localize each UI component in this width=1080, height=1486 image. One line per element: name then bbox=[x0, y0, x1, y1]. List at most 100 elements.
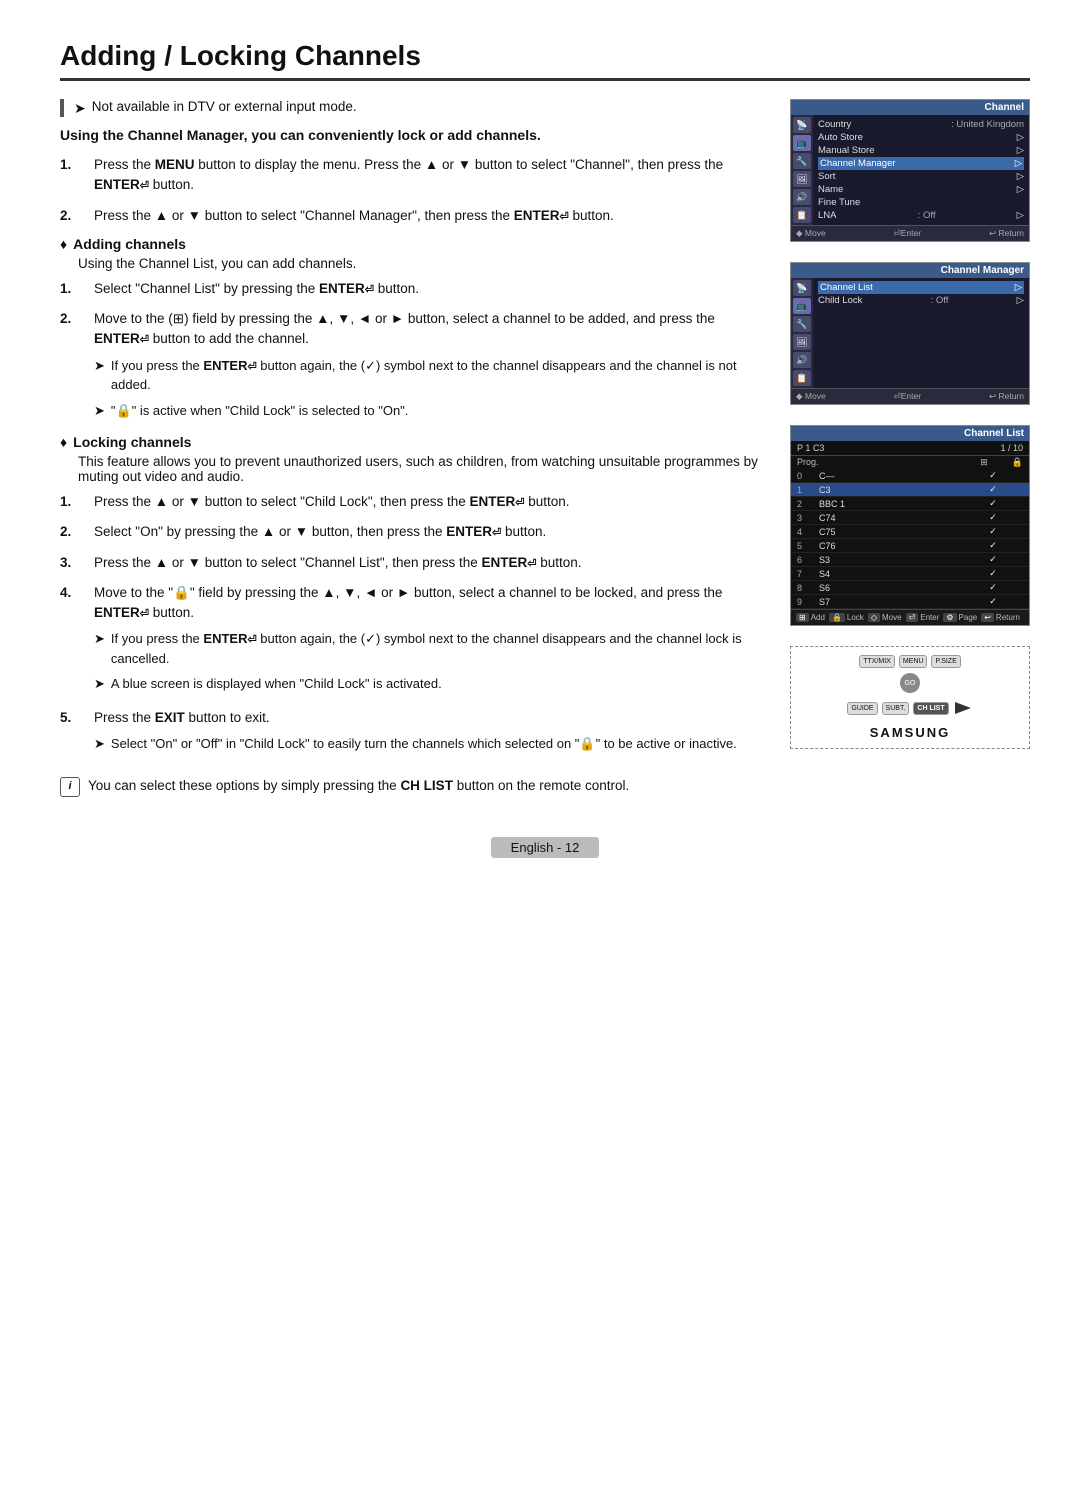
subtip1-arrow: ➤ bbox=[94, 356, 105, 395]
samsung-logo: SAMSUNG bbox=[870, 725, 950, 740]
screen1-row-channelmgr: Channel Manager▷ bbox=[818, 157, 1024, 170]
step-5-content: Press the ▲ or ▼ button to select "Child… bbox=[94, 492, 760, 512]
screen-1: Channel 📡 📺 🔧 🖼 🔊 📋 Country: United King… bbox=[790, 99, 1030, 242]
screen1-row-sort: Sort▷ bbox=[818, 170, 1024, 183]
bottom-note-text: You can select these options by simply p… bbox=[88, 776, 629, 796]
steps-5-9: Press the ▲ or ▼ button to select "Child… bbox=[60, 492, 760, 758]
locking-subtip1: ➤ If you press the ENTER⏎ button again, … bbox=[94, 629, 760, 668]
tip-1: ➤ Not available in DTV or external input… bbox=[60, 99, 760, 117]
remote-psize[interactable]: P.SIZE bbox=[931, 655, 960, 668]
step-9: Press the EXIT button to exit. ➤ Select … bbox=[60, 708, 760, 758]
step-3: Select "Channel List" by pressing the EN… bbox=[60, 279, 760, 299]
screen1-content: Country: United Kingdom Auto Store▷ Manu… bbox=[813, 115, 1029, 225]
screen2-icon-6: 📋 bbox=[793, 370, 811, 386]
remote-guide[interactable]: GUIDE bbox=[847, 702, 877, 715]
steps-3-4: Select "Channel List" by pressing the EN… bbox=[60, 279, 760, 424]
locking-subtip2: ➤ A blue screen is displayed when "Child… bbox=[94, 674, 760, 694]
screen1-footer-move: ◆ Move bbox=[796, 228, 826, 239]
ch-row-4: 4 C75 ✓ bbox=[791, 525, 1029, 539]
footer-lock: 🔒 Lock bbox=[829, 613, 864, 622]
remote-row-1: TTX/MIX MENU P.SIZE bbox=[859, 655, 961, 668]
screen1-title: Channel bbox=[791, 100, 1029, 115]
screen1-row-name: Name▷ bbox=[818, 183, 1024, 196]
step-6-content: Select "On" by pressing the ▲ or ▼ butto… bbox=[94, 522, 760, 542]
step-9-content: Press the EXIT button to exit. ➤ Select … bbox=[94, 708, 760, 758]
locking-subtip3: ➤ Select "On" or "Off" in "Child Lock" t… bbox=[94, 734, 760, 754]
locking-section: ♦ Locking channels This feature allows y… bbox=[60, 434, 760, 484]
remote-ttxmix[interactable]: TTX/MIX bbox=[859, 655, 895, 668]
screen3-footer: ⊞ Add 🔒 Lock ◇ Move ⏎ Enter ⚙ Page bbox=[791, 609, 1029, 625]
step-6: Select "On" by pressing the ▲ or ▼ butto… bbox=[60, 522, 760, 542]
step-8: Move to the "🔒" field by pressing the ▲,… bbox=[60, 583, 760, 698]
screen-3: Channel List P 1 C3 1 / 10 Prog. ⊞ 🔒 0 C… bbox=[790, 425, 1030, 626]
screen1-row-country: Country: United Kingdom bbox=[818, 118, 1024, 131]
step-4: Move to the (⊞) field by pressing the ▲,… bbox=[60, 309, 760, 424]
screen2-title: Channel Manager bbox=[791, 263, 1029, 278]
screen2-footer-enter: ⏎Enter bbox=[894, 391, 921, 402]
step-2: Press the ▲ or ▼ button to select "Chann… bbox=[60, 206, 760, 226]
col-prog: Prog. bbox=[797, 457, 819, 468]
locking-header: ♦ Locking channels bbox=[60, 434, 760, 450]
note-icon: i bbox=[60, 777, 80, 797]
subtip2-text: "🔒" is active when "Child Lock" is selec… bbox=[111, 401, 409, 421]
diamond-icon: ♦ bbox=[60, 236, 67, 252]
right-column: Channel 📡 📺 🔧 🖼 🔊 📋 Country: United King… bbox=[790, 99, 1030, 797]
screen2-footer-move: ◆ Move bbox=[796, 391, 826, 402]
screen2-content: Channel List▷ Child Lock: Off▷ bbox=[813, 278, 1029, 388]
subtip2-arrow: ➤ bbox=[94, 401, 105, 421]
screen1-row-manualstore: Manual Store▷ bbox=[818, 144, 1024, 157]
remote-go-btn[interactable]: GO bbox=[900, 673, 920, 693]
step-7: Press the ▲ or ▼ button to select "Chann… bbox=[60, 553, 760, 573]
screen1-footer: ◆ Move ⏎Enter ↩ Return bbox=[791, 225, 1029, 241]
remote-row-2: GUIDE SUBT. CH LIST bbox=[847, 698, 972, 718]
remote-subt[interactable]: SUBT. bbox=[882, 702, 910, 715]
page-title: Adding / Locking Channels bbox=[60, 40, 1030, 81]
screen2-icon-5: 🔊 bbox=[793, 352, 811, 368]
ch-row-9: 9 S7 ✓ bbox=[791, 595, 1029, 609]
step-7-content: Press the ▲ or ▼ button to select "Chann… bbox=[94, 553, 760, 573]
step-1-content: Press the MENU button to display the men… bbox=[94, 155, 760, 196]
step-5: Press the ▲ or ▼ button to select "Child… bbox=[60, 492, 760, 512]
adding-header: ♦ Adding channels bbox=[60, 236, 760, 252]
screen2-row-childlock: Child Lock: Off▷ bbox=[818, 294, 1024, 307]
remote-arrow-icon bbox=[953, 698, 973, 718]
ch-row-0: 0 C— ✓ bbox=[791, 469, 1029, 483]
steps-list: Press the MENU button to display the men… bbox=[60, 155, 760, 226]
ch-row-5: 5 C76 ✓ bbox=[791, 539, 1029, 553]
sidebar-icon-3: 🔧 bbox=[793, 153, 811, 169]
col-lock: 🔒 bbox=[1012, 457, 1023, 468]
footer-enter: ⏎ Enter bbox=[906, 613, 940, 622]
tip-1-text: Not available in DTV or external input m… bbox=[92, 99, 357, 114]
screen2-row-chlist: Channel List▷ bbox=[818, 281, 1024, 294]
locking-title: Locking channels bbox=[73, 434, 191, 450]
screen2-icon-1: 📡 bbox=[793, 280, 811, 296]
col-add: ⊞ bbox=[980, 457, 988, 468]
ch-row-6: 6 S3 ✓ bbox=[791, 553, 1029, 567]
footer-add: ⊞ Add bbox=[796, 613, 825, 622]
step-4-content: Move to the (⊞) field by pressing the ▲,… bbox=[94, 309, 760, 424]
ch-row-8: 8 S6 ✓ bbox=[791, 581, 1029, 595]
bottom-note: i You can select these options by simply… bbox=[60, 776, 760, 797]
step-3-content: Select "Channel List" by pressing the EN… bbox=[94, 279, 760, 299]
adding-subtip2: ➤ "🔒" is active when "Child Lock" is sel… bbox=[94, 401, 760, 421]
screen2-icon-2: 📺 bbox=[793, 298, 811, 314]
sidebar-icon-5: 🔊 bbox=[793, 189, 811, 205]
adding-title: Adding channels bbox=[73, 236, 186, 252]
ch-row-1: 1 C3 ✓ bbox=[791, 483, 1029, 497]
sidebar-icon-2: 📺 bbox=[793, 135, 811, 151]
footer-page: ⚙ Page bbox=[943, 613, 977, 622]
page-footer: English - 12 bbox=[60, 827, 1030, 858]
tip-arrow-icon: ➤ bbox=[74, 100, 86, 117]
screen1-row-autostore: Auto Store▷ bbox=[818, 131, 1024, 144]
remote-menu[interactable]: MENU bbox=[899, 655, 928, 668]
subtip1-text: If you press the ENTER⏎ button again, th… bbox=[111, 356, 760, 395]
remote-control: TTX/MIX MENU P.SIZE GO GUIDE SUBT. CH LI… bbox=[790, 646, 1030, 749]
screen3-header-left: P 1 C3 bbox=[797, 443, 824, 453]
screen3-header: P 1 C3 1 / 10 bbox=[791, 441, 1029, 456]
screen3-title: Channel List bbox=[791, 426, 1029, 441]
page-label: English - 12 bbox=[491, 837, 600, 858]
adding-desc: Using the Channel List, you can add chan… bbox=[78, 256, 760, 271]
remote-chlist[interactable]: CH LIST bbox=[913, 702, 948, 715]
sidebar-icon-6: 📋 bbox=[793, 207, 811, 223]
screen3-header-right: 1 / 10 bbox=[1000, 443, 1023, 453]
